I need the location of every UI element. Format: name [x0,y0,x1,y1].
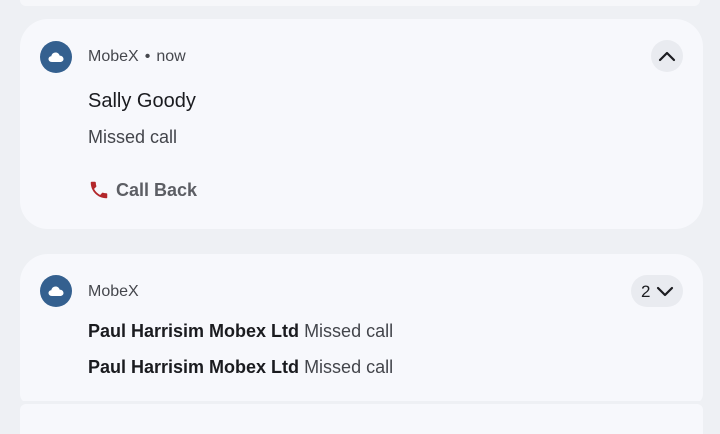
row-message: Missed call [304,357,394,377]
notification-header: MobeX • now [88,48,186,66]
collapse-button[interactable] [651,40,683,72]
notification-header: MobeX [88,283,139,301]
header-separator: • [144,48,151,65]
call-back-button[interactable]: Call Back [88,179,197,201]
previous-card-edge [20,0,700,6]
app-name: MobeX [88,48,139,65]
chevron-up-icon [658,51,676,62]
app-icon [40,41,72,73]
list-item[interactable]: Paul Harrisim Mobex Ltd Missed call [88,321,393,342]
next-notification-edge [20,404,703,434]
notification-title: Sally Goody [88,90,196,112]
list-item[interactable]: Paul Harrisim Mobex Ltd Missed call [88,357,393,378]
app-name: MobeX [88,283,139,300]
notification-message: Missed call [88,127,178,147]
call-back-label: Call Back [116,179,198,200]
notification-count: 2 [641,282,651,301]
phone-icon [90,181,108,199]
chevron-down-icon [656,286,674,297]
grouped-notification[interactable]: MobeX 2 Paul Harrisim Mobex Ltd Missed c… [20,254,703,404]
cloud-icon [48,52,64,62]
cloud-icon [48,286,64,296]
missed-call-notification[interactable]: MobeX • now Sally Goody Missed call Call B… [20,19,703,229]
app-icon [40,275,72,307]
notification-time: now [156,48,186,65]
expand-group-button[interactable]: 2 [631,275,683,307]
row-message: Missed call [304,321,394,341]
sender-name: Paul Harrisim Mobex Ltd [88,321,300,341]
notification-shade: MobeX • now Sally Goody Missed call Call B… [0,0,720,434]
sender-name: Paul Harrisim Mobex Ltd [88,357,300,377]
